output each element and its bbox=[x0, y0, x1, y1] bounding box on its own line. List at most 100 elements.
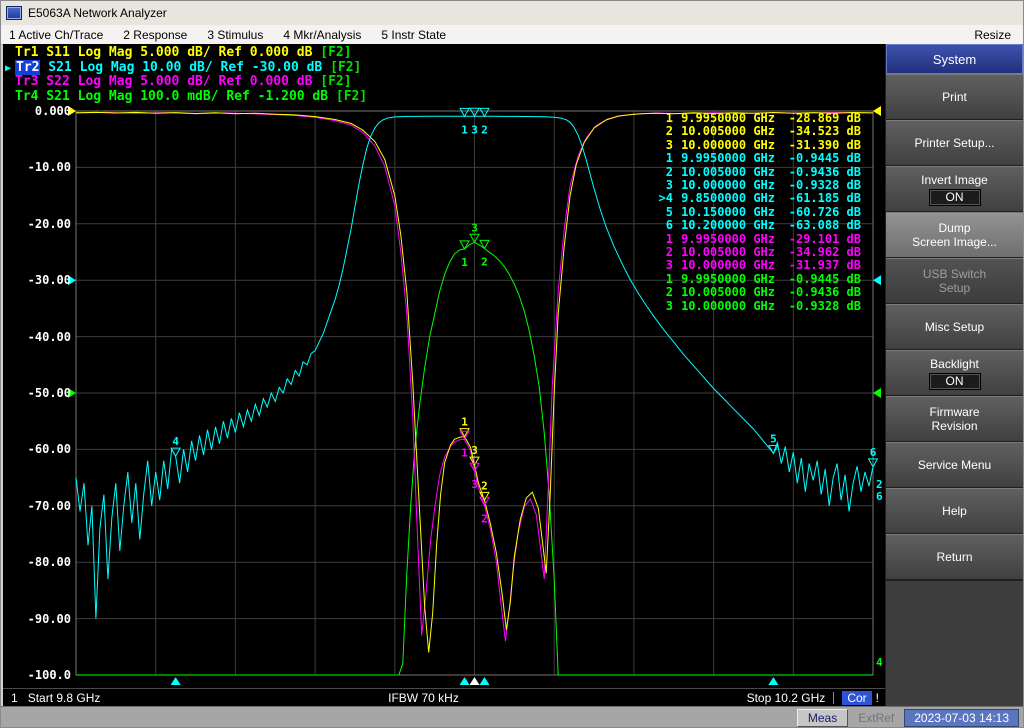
marker-readout-row: 2 10.005000 GHz -34.962 dB bbox=[665, 245, 861, 260]
softkey-value: ON bbox=[928, 372, 981, 390]
menu-item-3-stimulus[interactable]: 3 Stimulus bbox=[207, 28, 263, 42]
softkey-label: Invert Image bbox=[921, 172, 988, 187]
start-frequency: Start 9.8 GHz bbox=[27, 691, 101, 705]
y-axis-label: -60.00 bbox=[27, 442, 71, 457]
softkey-backlight[interactable]: Backlight ON bbox=[886, 350, 1023, 396]
marker-number-label: 1 bbox=[461, 256, 468, 269]
y-axis-label: -20.00 bbox=[27, 216, 71, 231]
app-icon bbox=[6, 6, 22, 20]
marker-readout-row: 3 10.000000 GHz -31.390 dB bbox=[665, 137, 861, 152]
ifbw-label: IFBW 70 kHz bbox=[388, 691, 459, 705]
marker-number-label: 2 bbox=[481, 123, 488, 136]
y-axis-label: -30.00 bbox=[27, 273, 71, 288]
window-title: E5063A Network Analyzer bbox=[28, 6, 167, 20]
marker-triangle[interactable] bbox=[479, 107, 490, 118]
trace-info-tr2[interactable]: ▶ Tr2 S21 Log Mag 10.00 dB/ Ref -30.00 dB… bbox=[5, 59, 367, 76]
trace-info-tr4[interactable]: Tr4 S21 Log Mag 100.0 mdB/ Ref -1.200 dB… bbox=[5, 88, 368, 105]
softkey-label: Backlight bbox=[930, 356, 979, 371]
softkey-firmware[interactable]: Firmware Revision bbox=[886, 396, 1023, 442]
marker-readout-row: >4 9.8500000 GHz -61.185 dB bbox=[658, 191, 861, 206]
menu-item-2-response[interactable]: 2 Response bbox=[123, 28, 187, 42]
y-axis-label: -50.00 bbox=[27, 386, 71, 400]
marker-readout-row: 1 9.9950000 GHz -28.869 dB bbox=[665, 111, 861, 125]
softkey-usb-switch: USB Switch Setup bbox=[886, 258, 1023, 304]
softkey-service-menu[interactable]: Service Menu bbox=[886, 442, 1023, 488]
marker-number-label: 1 bbox=[461, 446, 468, 459]
channel-number: 1 bbox=[11, 691, 18, 705]
marker-readout-panel: 1 9.9950000 GHz -28.869 dB 2 10.005000 GHz -3… bbox=[655, 111, 861, 313]
softkey-menu-title: System bbox=[886, 44, 1023, 74]
marker-triangle[interactable] bbox=[459, 430, 470, 441]
warning-indicator: ! bbox=[875, 691, 879, 705]
marker-triangle[interactable] bbox=[459, 107, 470, 118]
trace-info-tr3[interactable]: Tr3 S22 Log Mag 5.000 dB/ Ref 0.000 dB [… bbox=[5, 75, 367, 90]
ref-level-arrow-right bbox=[873, 106, 881, 116]
softkey-dump[interactable]: Dump Screen Image... bbox=[886, 212, 1023, 258]
marker-readout-row: 2 10.005000 GHz -34.523 dB bbox=[665, 124, 861, 139]
y-axis-label: -40.00 bbox=[27, 329, 71, 344]
active-trace-cursor: ▶ bbox=[5, 62, 12, 74]
menu-items: 1 Active Ch/Trace 2 Response 3 Stimulus 4 M… bbox=[9, 28, 446, 42]
trace-fixture-tag: [F2] bbox=[335, 88, 368, 104]
menu-bar: 1 Active Ch/Trace 2 Response 3 Stimulus 4 M… bbox=[1, 25, 1023, 45]
marker-readout-row: 1 9.9950000 GHz -29.101 dB bbox=[665, 231, 861, 246]
marker-number-label: 3 bbox=[471, 221, 478, 234]
softkey-printer-setup[interactable]: Printer Setup... bbox=[886, 120, 1023, 166]
softkey-label: Printer Setup... bbox=[914, 136, 995, 150]
softkey-label: Return bbox=[936, 550, 973, 564]
trace-settings-text: S21 Log Mag 100.0 mdB/ Ref -1.200 dB bbox=[38, 88, 336, 104]
trace-name: Tr4 bbox=[15, 88, 39, 104]
marker-readout-row: 2 10.005000 GHz -0.9436 dB bbox=[665, 285, 861, 300]
resize-button[interactable]: Resize bbox=[974, 28, 1011, 42]
title-bar: E5063A Network Analyzer bbox=[1, 1, 1023, 25]
softkey-print[interactable]: Print bbox=[886, 74, 1023, 120]
softkey-panel-filler bbox=[886, 580, 1023, 706]
softkey-invert-image[interactable]: Invert Image ON bbox=[886, 166, 1023, 212]
trace-info-block: Tr1 S11 Log Mag 5.000 dB/ Ref 0.000 dB [… bbox=[5, 46, 367, 104]
marker-number-label: 3 bbox=[471, 444, 478, 457]
extref-status: ExtRef bbox=[858, 711, 895, 725]
marker-number-label: 1 bbox=[461, 123, 468, 136]
softkey-label: Service Menu bbox=[917, 458, 992, 472]
marker-number-label: 6 bbox=[870, 446, 877, 459]
softkey-misc-setup[interactable]: Misc Setup bbox=[886, 304, 1023, 350]
marker-position-tick bbox=[459, 677, 470, 685]
marker-readout-row: 6 10.200000 GHz -63.088 dB bbox=[665, 218, 861, 233]
marker-readout-row: 1 9.9950000 GHz -0.9445 dB bbox=[665, 151, 861, 166]
y-axis-label: -70.00 bbox=[27, 498, 71, 513]
marker-readout-row: 3 10.000000 GHz -31.937 dB bbox=[665, 258, 861, 273]
softkey-label: Misc Setup bbox=[924, 320, 985, 334]
trace-info-tr1[interactable]: Tr1 S11 Log Mag 5.000 dB/ Ref 0.000 dB [… bbox=[5, 46, 367, 61]
status-divider bbox=[833, 692, 835, 704]
menu-item-5-instr-state[interactable]: 5 Instr State bbox=[381, 28, 446, 42]
ref-level-arrow-right bbox=[873, 275, 881, 286]
ref-level-arrow-right bbox=[873, 388, 881, 398]
marker-readout-row: 3 10.000000 GHz -0.9328 dB bbox=[665, 298, 861, 313]
bottom-status-bar: Meas ExtRef 2023-07-03 14:13 bbox=[1, 706, 1023, 727]
marker-triangle[interactable] bbox=[459, 240, 470, 250]
menu-item-1-active-ch-trace[interactable]: 1 Active Ch/Trace bbox=[9, 28, 103, 42]
menu-item-4-mkr-analysis[interactable]: 4 Mkr/Analysis bbox=[283, 28, 361, 42]
trace-fixture-tag: [F2] bbox=[320, 45, 352, 60]
softkey-return[interactable]: Return bbox=[886, 534, 1023, 580]
marker-position-tick bbox=[469, 677, 480, 685]
softkey-label: Help bbox=[942, 504, 967, 518]
trace-fixture-tag: [F2] bbox=[320, 74, 352, 89]
marker-number-label: 5 bbox=[770, 432, 777, 445]
marker-number-label: 2 bbox=[481, 512, 488, 525]
correction-status-badge: Cor bbox=[842, 691, 872, 705]
y-axis-label: 0.000 bbox=[34, 104, 71, 118]
marker-number-label: 3 bbox=[471, 123, 478, 136]
stop-frequency: Stop 10.2 GHz bbox=[746, 691, 826, 705]
marker-readout-row: 3 10.000000 GHz -0.9328 dB bbox=[665, 178, 861, 193]
marker-triangle[interactable] bbox=[479, 239, 490, 250]
marker-number-label: 2 bbox=[481, 255, 488, 268]
marker-number-label: 1 bbox=[461, 416, 468, 429]
y-axis-label: -90.00 bbox=[27, 611, 71, 626]
trace-fixture-tag: [F2] bbox=[330, 59, 362, 75]
active-trace-cursor bbox=[5, 91, 15, 105]
softkey-help[interactable]: Help bbox=[886, 488, 1023, 534]
marker-readout-row: 1 9.9950000 GHz -0.9445 dB bbox=[665, 271, 861, 286]
instrument-screen: 123123456123123264 Tr1 S11 Log Mag 5.000… bbox=[3, 44, 885, 707]
trace-settings-text: S22 Log Mag 5.000 dB/ Ref 0.000 dB bbox=[38, 74, 321, 89]
